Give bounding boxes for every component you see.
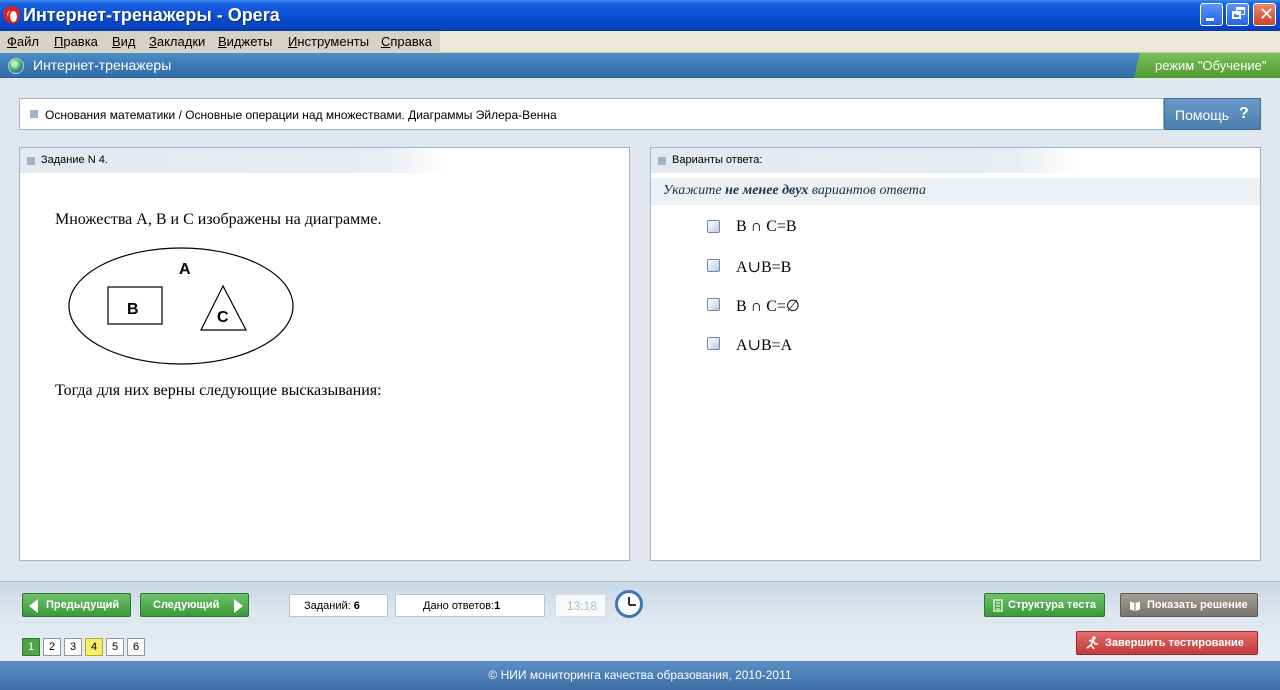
running-man-icon bbox=[1086, 636, 1098, 650]
task-question: Тогда для них верны следующие высказыван… bbox=[55, 382, 382, 399]
document-icon bbox=[993, 599, 1003, 612]
breadcrumb: Основания математики / Основные операции… bbox=[19, 98, 1164, 130]
answers-panel-header: Варианты ответа: bbox=[651, 148, 1260, 173]
page-button[interactable]: 6 bbox=[127, 638, 145, 656]
page-button[interactable]: 5 bbox=[106, 638, 124, 656]
footer: © НИИ мониторинга качества образования, … bbox=[0, 661, 1280, 690]
menu-edit[interactable]: Правка bbox=[54, 34, 98, 49]
menu-tools[interactable]: Инструменты bbox=[288, 34, 369, 49]
answer-checkbox[interactable] bbox=[707, 220, 720, 233]
app-header: Интернет-тренажеры режим "Обучение" bbox=[0, 53, 1280, 78]
menu-bookmarks[interactable]: Закладки bbox=[149, 34, 205, 49]
menu-bar: Файл Правка Вид Закладки Виджеты Инструм… bbox=[0, 31, 1280, 53]
page-button[interactable]: 2 bbox=[43, 638, 61, 656]
answers-given: Дано ответов:1 bbox=[395, 594, 545, 617]
task-panel-header: Задание N 4. bbox=[20, 148, 629, 173]
arrow-right-icon bbox=[234, 599, 243, 613]
task-number: Задание N 4. bbox=[41, 154, 108, 166]
question-icon: ? bbox=[1239, 105, 1249, 122]
answers-header: Варианты ответа: bbox=[672, 154, 763, 166]
copyright-text: © НИИ мониторинга качества образования, … bbox=[488, 668, 792, 682]
book-icon bbox=[1130, 601, 1140, 611]
bullet-icon bbox=[30, 110, 38, 118]
mode-badge: режим "Обучение" bbox=[1134, 53, 1280, 78]
opera-logo-icon bbox=[3, 6, 20, 24]
answers-panel: Варианты ответа: Укажите не менее двух в… bbox=[650, 147, 1261, 561]
app-name: Интернет-тренажеры bbox=[33, 57, 172, 73]
tasks-count: Заданий: 6 bbox=[289, 594, 388, 617]
window-title-bar: Интернет-тренажеры - Opera ✕ bbox=[0, 0, 1280, 31]
task-panel: Задание N 4. Множества А, В и С изображе… bbox=[19, 147, 630, 561]
label-a: A bbox=[179, 261, 191, 278]
timer: 13:18 bbox=[555, 594, 606, 617]
task-text: Множества А, В и С изображены на диаграм… bbox=[55, 211, 382, 228]
test-structure-button[interactable]: Структура теста bbox=[984, 593, 1105, 617]
arrow-left-icon bbox=[29, 599, 38, 613]
menu-file[interactable]: Файл bbox=[7, 34, 39, 49]
window-title: Интернет-тренажеры - Opera bbox=[23, 5, 280, 25]
finish-test-button[interactable]: Завершить тестирование bbox=[1076, 631, 1258, 655]
close-button[interactable]: ✕ bbox=[1253, 3, 1276, 26]
show-solution-button[interactable]: Показать решение bbox=[1120, 593, 1258, 617]
menu-view[interactable]: Вид bbox=[112, 34, 136, 49]
page-button[interactable]: 4 bbox=[85, 638, 103, 656]
close-icon: ✕ bbox=[1259, 4, 1275, 24]
page-button[interactable]: 1 bbox=[22, 638, 40, 656]
label-b: B bbox=[127, 301, 139, 318]
menu-widgets[interactable]: Виджеты bbox=[218, 34, 272, 49]
bullet-icon bbox=[658, 157, 666, 165]
minimize-button[interactable] bbox=[1200, 3, 1223, 26]
restore-button[interactable] bbox=[1226, 3, 1249, 26]
bullet-icon bbox=[27, 157, 35, 165]
answer-checkbox[interactable] bbox=[707, 298, 720, 311]
clock-icon bbox=[615, 590, 643, 618]
answer-checkbox[interactable] bbox=[707, 337, 720, 350]
breadcrumb-text: Основания математики / Основные операции… bbox=[45, 108, 557, 122]
next-button[interactable]: Следующий bbox=[140, 593, 249, 617]
answer-hint: Укажите не менее двух вариантов ответа bbox=[651, 178, 1260, 205]
globe-icon bbox=[8, 58, 24, 74]
previous-button[interactable]: Предыдущий bbox=[22, 593, 131, 617]
answer-checkbox[interactable] bbox=[707, 259, 720, 272]
minimize-icon bbox=[1206, 18, 1214, 21]
help-button[interactable]: Помощь ? bbox=[1164, 98, 1261, 130]
venn-diagram: A B C bbox=[68, 247, 294, 365]
page-button[interactable]: 3 bbox=[64, 638, 82, 656]
menu-help[interactable]: Справка bbox=[381, 34, 432, 49]
label-c: C bbox=[217, 309, 229, 326]
